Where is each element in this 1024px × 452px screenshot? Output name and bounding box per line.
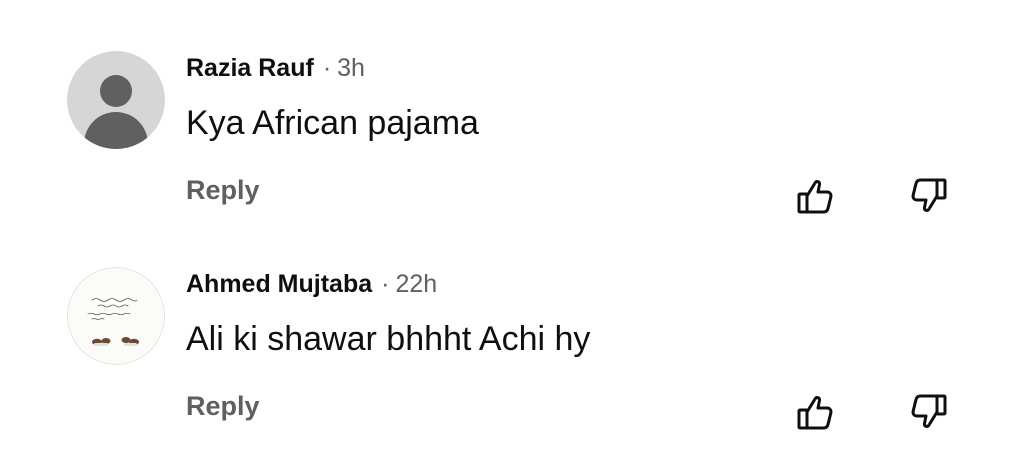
calligraphy-avatar-image (87, 298, 139, 346)
comment-author[interactable]: Ahmed Mujtaba (186, 270, 372, 299)
reply-button[interactable]: Reply (186, 391, 260, 422)
header-separator: · (322, 54, 332, 82)
dislike-button[interactable] (906, 174, 950, 218)
dislike-button[interactable] (906, 390, 950, 434)
comment-item: Razia Rauf · 3h Kya African pajama Reply (0, 0, 1024, 214)
avatar-head-shape (100, 75, 132, 107)
thumbs-down-icon (906, 174, 950, 218)
comment-item: Ahmed Mujtaba · 22h Ali ki shawar bhhht … (0, 216, 1024, 430)
like-button[interactable] (794, 390, 838, 434)
header-separator: · (381, 270, 390, 298)
thumbs-up-icon (794, 390, 838, 434)
comment-timestamp[interactable]: 3h (337, 54, 365, 83)
comments-feed: Razia Rauf · 3h Kya African pajama Reply (0, 0, 1024, 452)
thumbs-down-icon (906, 390, 950, 434)
avatar-shoulders-shape (84, 112, 148, 149)
avatar[interactable] (67, 51, 165, 149)
avatar[interactable] (67, 267, 165, 365)
comment-text: Ali ki shawar bhhht Achi hy (186, 320, 591, 358)
thumbs-up-icon (794, 174, 838, 218)
comment-header: Razia Rauf · 3h (186, 54, 365, 88)
comment-author[interactable]: Razia Rauf (186, 54, 314, 83)
comment-text: Kya African pajama (186, 104, 479, 142)
like-button[interactable] (794, 174, 838, 218)
comment-header: Ahmed Mujtaba · 22h (186, 270, 437, 304)
reply-button[interactable]: Reply (186, 175, 260, 206)
comment-timestamp[interactable]: 22h (395, 270, 437, 299)
